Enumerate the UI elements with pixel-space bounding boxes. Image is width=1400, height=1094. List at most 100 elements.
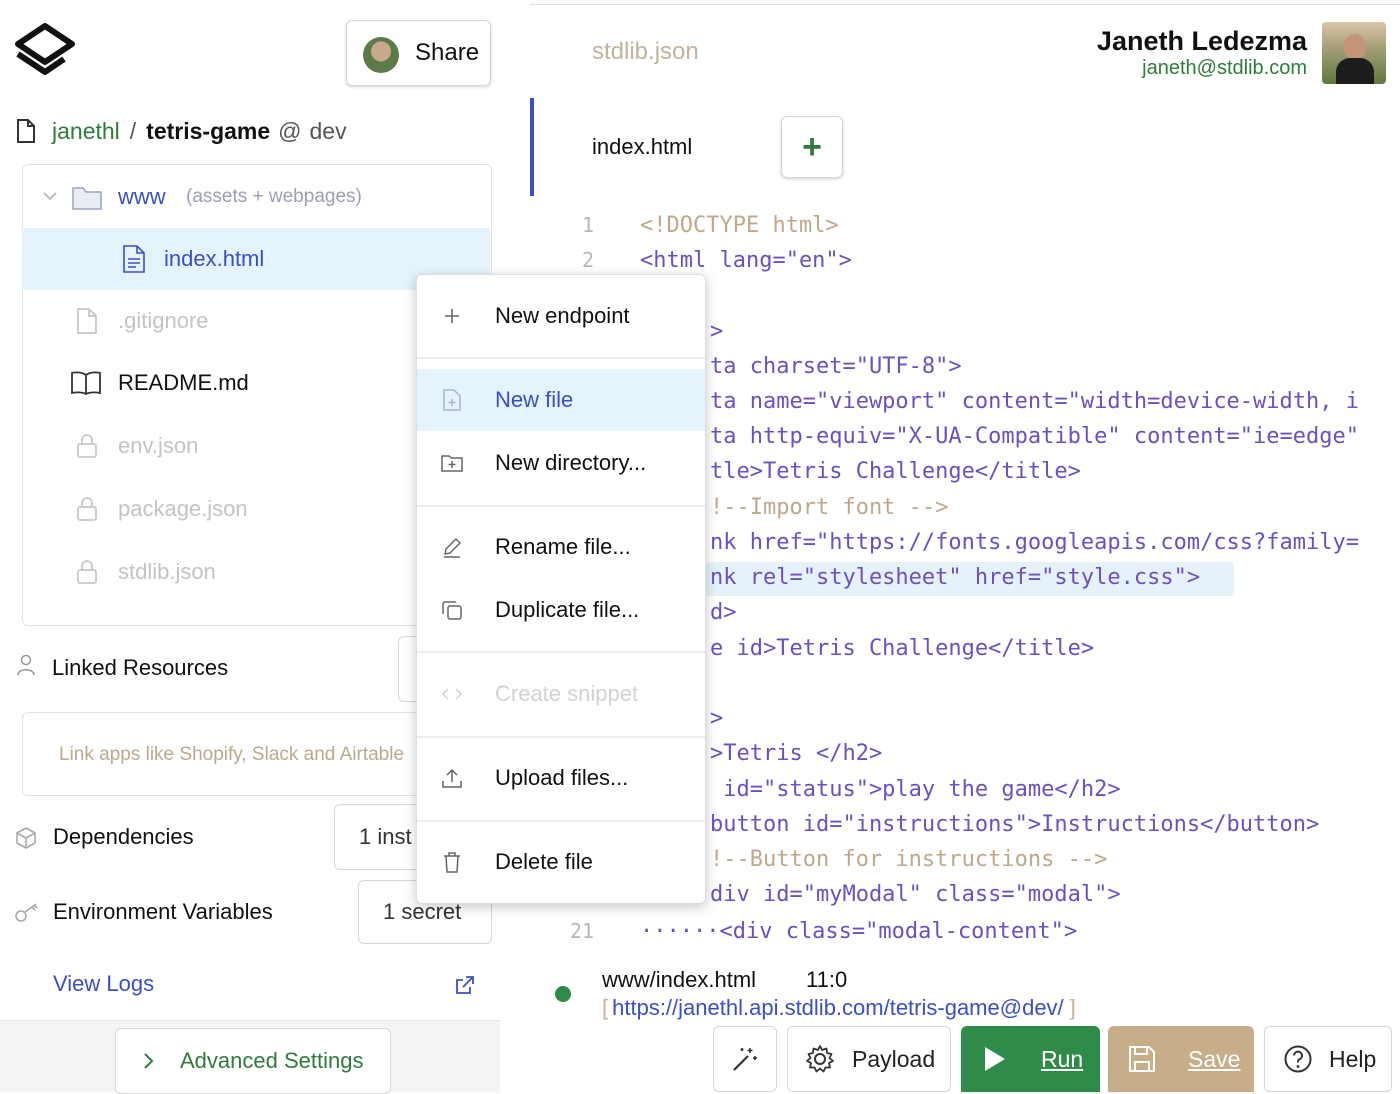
tree-item-label: env.json (118, 433, 199, 458)
duplicate-icon (442, 601, 462, 620)
status-url-row: [https://janethl.api.stdlib.com/tetris-g… (602, 995, 1076, 1021)
tree-item-label: README.md (118, 370, 249, 395)
play-icon (985, 1047, 1005, 1071)
env-at: @ (278, 117, 302, 144)
advanced-settings-label: Advanced Settings (180, 1048, 364, 1073)
menu-divider (417, 651, 705, 653)
folder-icon (72, 187, 102, 210)
folder-hint: (assets + webpages) (186, 186, 362, 207)
magic-wand-button[interactable] (713, 1026, 777, 1092)
floppy-disk-icon (1129, 1046, 1155, 1072)
menu-item-delete-file[interactable]: Delete file (417, 831, 705, 893)
status-dot (555, 986, 571, 1002)
menu-item-label: Delete file (495, 849, 593, 874)
package-icon (16, 827, 36, 849)
menu-item-label: New endpoint (495, 303, 630, 328)
tree-item-label: stdlib.json (118, 559, 216, 584)
run-label: Run (1041, 1046, 1084, 1072)
line-number: 2 (581, 248, 594, 272)
chevron-right-icon (144, 1053, 154, 1069)
status-file: www/index.html (602, 967, 757, 992)
add-tab-plus: + (802, 127, 822, 166)
external-link-icon[interactable] (454, 974, 476, 996)
code-line: <!DOCTYPE html> (640, 213, 839, 238)
advanced-settings-button[interactable]: Advanced Settings (115, 1028, 391, 1094)
menu-item-duplicate-file[interactable]: Duplicate file... (417, 579, 705, 641)
project-name[interactable]: tetris-game (146, 118, 270, 145)
menu-item-label: New directory... (495, 450, 647, 475)
book-icon (71, 371, 101, 395)
save-label: Save (1188, 1046, 1241, 1072)
code-line: ······<div class="modal-content"> (640, 919, 1078, 944)
code-line: !--Button for instructions --> (710, 847, 1108, 872)
code-line: nk rel="stylesheet" href="style.css"> (710, 565, 1201, 590)
code-line: ta name="viewport" content="width=device… (710, 389, 1360, 414)
view-logs-link[interactable]: View Logs (53, 971, 154, 997)
menu-item-upload-files[interactable]: Upload files... (417, 747, 705, 809)
run-button[interactable]: Run (961, 1026, 1100, 1092)
help-button[interactable]: Help (1264, 1026, 1392, 1092)
link-apps-box[interactable]: Link apps like Shopify, Slack and Airtab… (22, 712, 422, 796)
code-line: > (710, 706, 724, 731)
code-line: div id="myModal" class="modal"> (710, 882, 1121, 907)
menu-divider (417, 736, 705, 738)
menu-item-label: New file (495, 387, 574, 412)
code-line: button id="instructions">Instructions</b… (710, 812, 1320, 837)
endpoint-url[interactable]: https://janethl.api.stdlib.com/tetris-ga… (612, 995, 1064, 1020)
code-line: ta charset="UTF-8"> (710, 354, 962, 379)
menu-item-label: Create snippet (495, 681, 639, 706)
menu-item-new-endpoint[interactable]: New endpoint (417, 285, 705, 347)
context-menu: New endpoint New file New directory... R… (416, 274, 706, 904)
project-owner[interactable]: janethl (52, 118, 120, 145)
editor-tab-index-html[interactable]: index.html (530, 98, 766, 196)
linked-resources-side-button[interactable] (398, 636, 418, 702)
share-label: Share (415, 39, 480, 66)
chevron-down-icon[interactable] (42, 190, 58, 202)
gear-icon (806, 1045, 834, 1073)
key-icon (15, 903, 38, 922)
linked-resources-heading: Linked Resources (52, 655, 229, 680)
code-line: nk href="https://fonts.googleapis.com/cs… (710, 530, 1360, 555)
menu-divider (417, 820, 705, 822)
app-logo[interactable] (12, 22, 78, 82)
trash-icon (444, 852, 460, 873)
menu-item-new-file[interactable]: New file (417, 369, 705, 431)
document-icon (123, 245, 145, 273)
lock-icon (77, 560, 97, 584)
tree-item-label: package.json (118, 496, 248, 521)
url-bracket-open: [ (602, 995, 609, 1020)
new-file-icon (443, 389, 461, 411)
menu-item-new-directory[interactable]: New directory... (417, 432, 705, 494)
add-tab-button[interactable]: + (781, 116, 843, 178)
project-env[interactable]: dev (310, 118, 347, 145)
menu-divider (417, 357, 705, 359)
code-line: <html lang="en"> (640, 248, 852, 273)
tree-item-label: index.html (164, 246, 265, 271)
tree-item-label: .gitignore (118, 308, 209, 333)
code-line: >Tetris </h2> (710, 741, 883, 766)
tab-label: index.html (592, 134, 693, 159)
payload-button[interactable]: Payload (787, 1026, 951, 1092)
new-folder-icon (441, 455, 463, 472)
person-icon (17, 654, 35, 676)
link-apps-hint: Link apps like Shopify, Slack and Airtab… (59, 744, 405, 765)
env-vars-heading: Environment Variables (53, 899, 273, 924)
top-file-tab[interactable]: stdlib.json (592, 38, 699, 66)
help-icon (1284, 1045, 1312, 1073)
file-icon (77, 308, 97, 334)
share-button[interactable]: Share (346, 20, 491, 86)
dependencies-button[interactable]: 1 inst (334, 804, 424, 870)
code-icon (441, 688, 463, 700)
folder-name: www (118, 184, 166, 209)
lock-icon (77, 434, 97, 458)
upload-icon (442, 768, 462, 788)
tree-folder-www[interactable]: www (assets + webpages) (22, 166, 490, 228)
user-avatar[interactable] (1322, 22, 1386, 84)
save-button[interactable]: Save (1108, 1026, 1254, 1092)
line-number: 1 (581, 213, 594, 237)
pencil-icon (444, 538, 461, 558)
magic-wand-icon (733, 1048, 757, 1071)
menu-item-label: Rename file... (495, 534, 631, 559)
menu-item-rename-file[interactable]: Rename file... (417, 516, 705, 578)
line-number: 21 (569, 919, 594, 943)
